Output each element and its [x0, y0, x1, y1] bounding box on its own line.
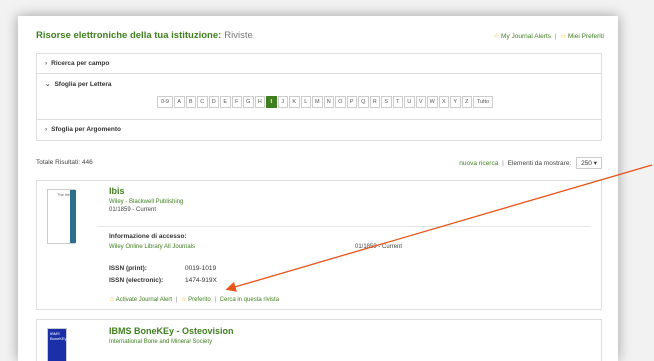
arrow-line: [225, 164, 653, 292]
annotation-arrow: [225, 164, 653, 292]
